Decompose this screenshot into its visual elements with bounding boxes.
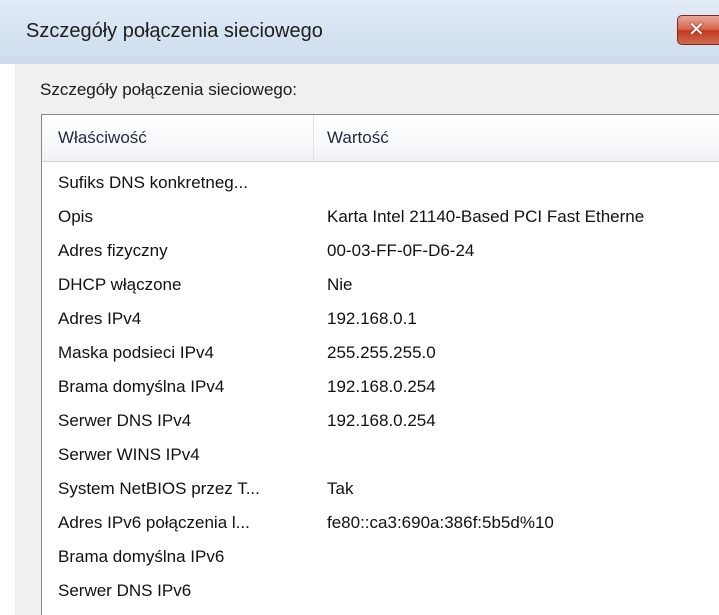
property-cell: Brama domyślna IPv4 bbox=[58, 377, 225, 396]
value-cell: Tak bbox=[327, 479, 354, 498]
column-header-value[interactable]: Wartość bbox=[327, 128, 389, 148]
table-row[interactable]: Sufiks DNS konkretneg... bbox=[42, 167, 719, 201]
property-cell: System NetBIOS przez T... bbox=[58, 479, 260, 498]
group-label: Szczegóły połączenia sieciowego: bbox=[40, 80, 298, 99]
title-bar: Szczegóły połączenia sieciowego ✕ bbox=[0, 0, 719, 64]
details-list[interactable]: Właściwość Wartość Sufiks DNS konkretneg… bbox=[41, 114, 719, 615]
close-icon: ✕ bbox=[688, 17, 705, 41]
property-cell: Maska podsieci IPv4 bbox=[58, 343, 214, 362]
property-cell: Adres IPv4 bbox=[58, 309, 142, 328]
table-row[interactable]: Adres fizyczny 00-03-FF-0F-D6-24 bbox=[42, 235, 719, 269]
value-cell: 192.168.0.1 bbox=[327, 309, 417, 328]
property-cell: Serwer DNS IPv4 bbox=[58, 411, 192, 430]
table-row[interactable]: DHCP włączone Nie bbox=[42, 269, 719, 303]
window-title: Szczegóły połączenia sieciowego bbox=[26, 20, 323, 42]
value-cell: fe80::ca3:690a:386f:5b5d%10 bbox=[327, 513, 554, 532]
column-divider[interactable] bbox=[313, 115, 314, 161]
property-cell: DHCP włączone bbox=[58, 275, 182, 294]
column-header-property[interactable]: Właściwość bbox=[58, 128, 147, 148]
table-row[interactable]: Serwer DNS IPv4 192.168.0.254 bbox=[42, 405, 719, 439]
property-cell: Serwer WINS IPv4 bbox=[58, 445, 200, 464]
table-row[interactable]: Maska podsieci IPv4 255.255.255.0 bbox=[42, 337, 719, 371]
property-cell: Opis bbox=[58, 207, 93, 226]
value-cell: Karta Intel 21140-Based PCI Fast Etherne bbox=[327, 207, 645, 226]
property-cell: Serwer DNS IPv6 bbox=[58, 581, 192, 600]
table-row[interactable]: System NetBIOS przez T... Tak bbox=[42, 473, 719, 507]
value-cell: 192.168.0.254 bbox=[327, 411, 436, 430]
property-cell: Adres fizyczny bbox=[58, 241, 168, 260]
table-row[interactable]: Adres IPv6 połączenia l... fe80::ca3:690… bbox=[42, 507, 719, 541]
value-cell: 255.255.255.0 bbox=[327, 343, 436, 362]
table-row[interactable]: Serwer WINS IPv4 bbox=[42, 439, 719, 473]
value-cell: 00-03-FF-0F-D6-24 bbox=[327, 241, 475, 260]
table-row[interactable]: Serwer DNS IPv6 bbox=[42, 575, 719, 609]
property-cell: Sufiks DNS konkretneg... bbox=[58, 173, 248, 192]
property-cell: Brama domyślna IPv6 bbox=[58, 547, 225, 566]
property-cell: Adres IPv6 połączenia l... bbox=[58, 513, 250, 532]
table-row[interactable]: Brama domyślna IPv6 bbox=[42, 541, 719, 575]
value-cell: 192.168.0.254 bbox=[327, 377, 436, 396]
table-row[interactable]: Opis Karta Intel 21140-Based PCI Fast Et… bbox=[42, 201, 719, 235]
value-cell: Nie bbox=[327, 275, 353, 294]
close-button[interactable]: ✕ bbox=[677, 15, 719, 45]
table-row[interactable]: Brama domyślna IPv4 192.168.0.254 bbox=[42, 371, 719, 405]
list-header: Właściwość Wartość bbox=[42, 115, 719, 162]
table-row[interactable]: Adres IPv4 192.168.0.1 bbox=[42, 303, 719, 337]
